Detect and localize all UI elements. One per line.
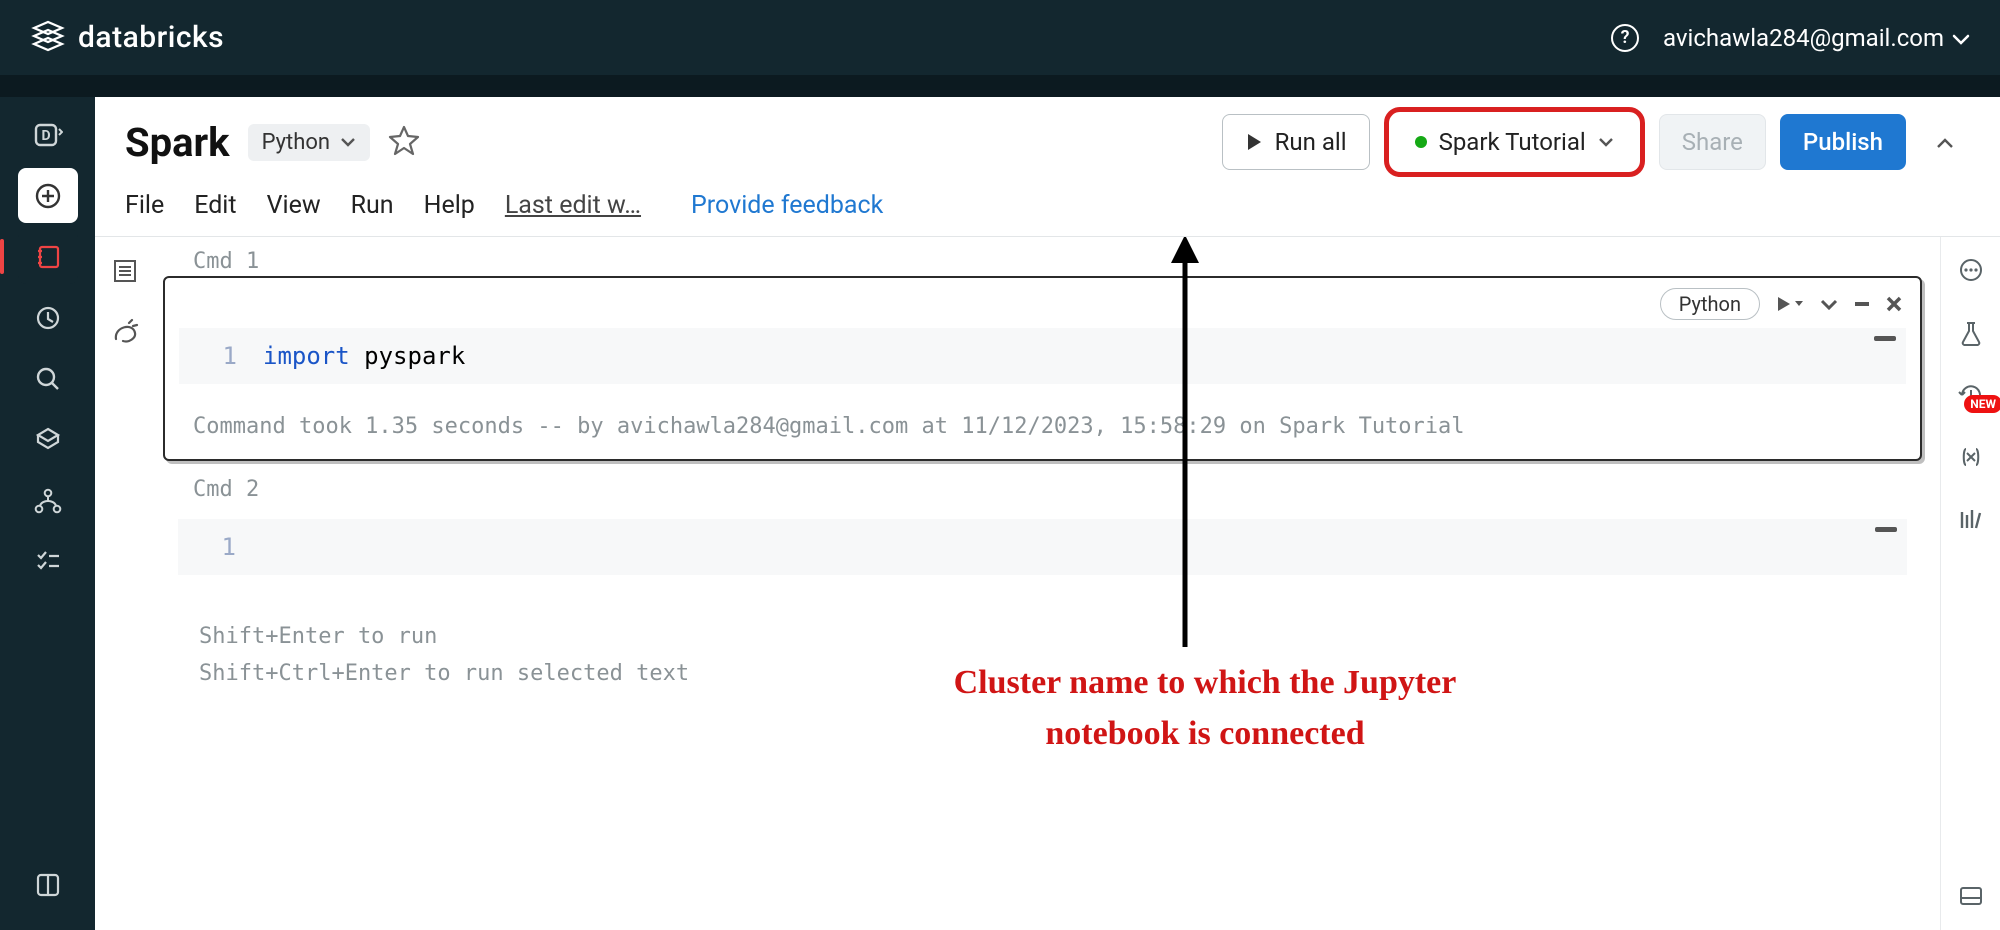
cell-chevron-down-icon[interactable] <box>1820 298 1838 310</box>
chevron-down-icon <box>1598 137 1614 147</box>
last-edit[interactable]: Last edit w… <box>505 191 641 220</box>
body: D Spark <box>0 97 2000 930</box>
run-all-button[interactable]: Run all <box>1222 114 1370 170</box>
notebook-body: Cmd 1 Python <box>95 237 2000 930</box>
publish-button[interactable]: Publish <box>1780 114 1906 170</box>
cell-cmd1[interactable]: Python <box>163 276 1922 461</box>
run-all-label: Run all <box>1275 128 1347 156</box>
nav-new-icon[interactable] <box>18 168 78 223</box>
svg-text:D: D <box>41 128 50 144</box>
topbar-right: ? avichawla284@gmail.com <box>1611 24 1970 52</box>
share-label: Share <box>1682 128 1743 156</box>
cell-close-icon[interactable] <box>1886 296 1902 312</box>
main: Spark Python Run all Spark Tutorial <box>95 97 2000 930</box>
fold-handle-icon[interactable] <box>1875 527 1897 532</box>
cluster-selector[interactable]: Spark Tutorial <box>1384 107 1645 177</box>
notebook-title[interactable]: Spark <box>125 119 230 166</box>
nav-notebooks-icon[interactable] <box>18 229 78 284</box>
menu-run[interactable]: Run <box>351 191 394 220</box>
notebook-header: Spark Python Run all Spark Tutorial <box>95 97 2000 237</box>
cell-language-pill[interactable]: Python <box>1660 288 1760 320</box>
code-area[interactable]: 1 import pyspark <box>179 328 1906 384</box>
code-rest: pyspark <box>350 342 466 370</box>
nav-recents-icon[interactable] <box>18 290 78 345</box>
cmd2-label: Cmd 2 <box>193 477 1930 502</box>
databricks-logo-icon <box>30 18 66 58</box>
nav-search-icon[interactable] <box>18 351 78 406</box>
star-icon[interactable] <box>388 124 420 160</box>
hint-line2: Shift+Ctrl+Enter to run selected text <box>199 655 1930 692</box>
assistant-icon[interactable] <box>109 315 141 347</box>
play-icon <box>1245 132 1263 152</box>
cell-output: Command took 1.35 seconds -- by avichawl… <box>165 398 1920 459</box>
brand[interactable]: databricks <box>30 18 224 58</box>
nav-data-icon[interactable] <box>18 412 78 467</box>
line-number: 1 <box>193 342 263 370</box>
outline-icon[interactable] <box>109 255 141 287</box>
menu-file[interactable]: File <box>125 191 164 220</box>
nav-checklist-icon[interactable] <box>18 534 78 589</box>
fold-handle-icon[interactable] <box>1874 336 1896 341</box>
code-area[interactable]: 1 <box>178 519 1907 575</box>
cmd1-label: Cmd 1 <box>193 249 1930 274</box>
libraries-icon[interactable] <box>1955 503 1987 535</box>
language-selector[interactable]: Python <box>248 124 370 161</box>
right-rail: NEW <box>1940 237 2000 930</box>
cell-minimize-icon[interactable] <box>1854 301 1870 307</box>
cell-cmd2[interactable]: 1 <box>163 504 1922 590</box>
status-dot-icon <box>1415 136 1427 148</box>
menu-view[interactable]: View <box>267 191 321 220</box>
variables-icon[interactable] <box>1955 441 1987 473</box>
code-line: import pyspark <box>263 342 465 370</box>
new-badge: NEW <box>1964 395 2000 413</box>
language-label: Python <box>262 130 330 155</box>
chevron-up-icon <box>1936 137 1954 149</box>
chevron-down-icon <box>1952 24 1970 52</box>
line-number: 1 <box>192 533 262 561</box>
user-email: avichawla284@gmail.com <box>1663 24 1944 52</box>
menu-help[interactable]: Help <box>424 191 475 220</box>
cluster-name: Spark Tutorial <box>1439 128 1586 156</box>
experiments-icon[interactable] <box>1955 317 1987 349</box>
chevron-down-icon <box>340 137 356 147</box>
cells-area: Cmd 1 Python <box>155 237 1940 930</box>
left-nav: D <box>0 97 95 930</box>
help-icon[interactable]: ? <box>1611 24 1639 52</box>
provide-feedback-link[interactable]: Provide feedback <box>691 191 883 220</box>
nav-workspace-icon[interactable]: D <box>18 107 78 162</box>
menu-edit[interactable]: Edit <box>194 191 236 220</box>
notebook-title-row: Spark Python Run all Spark Tutorial <box>125 107 1970 177</box>
top-bar: databricks ? avichawla284@gmail.com <box>0 0 2000 75</box>
menubar: File Edit View Run Help Last edit w… Pro… <box>125 177 1970 236</box>
notebook-actions: Run all Spark Tutorial Share Publish <box>1222 107 1970 177</box>
keyword: import <box>263 342 350 370</box>
user-menu[interactable]: avichawla284@gmail.com <box>1663 24 1970 52</box>
run-cell-icon[interactable] <box>1776 295 1804 313</box>
collapse-toggle[interactable] <box>1920 130 1970 155</box>
nav-workflows-icon[interactable] <box>18 473 78 528</box>
hint-line1: Shift+Enter to run <box>199 618 1930 655</box>
run-hints: Shift+Enter to run Shift+Ctrl+Enter to r… <box>199 618 1930 693</box>
comments-icon[interactable] <box>1955 255 1987 287</box>
topbar-stripe <box>0 75 2000 97</box>
left-gutter <box>95 237 155 930</box>
brand-text: databricks <box>78 20 224 55</box>
cell-toolbar: Python <box>1660 288 1902 320</box>
panel-toggle-icon[interactable] <box>1955 880 1987 912</box>
nav-panels-icon[interactable] <box>18 857 78 912</box>
publish-label: Publish <box>1803 128 1883 156</box>
share-button[interactable]: Share <box>1659 114 1766 170</box>
